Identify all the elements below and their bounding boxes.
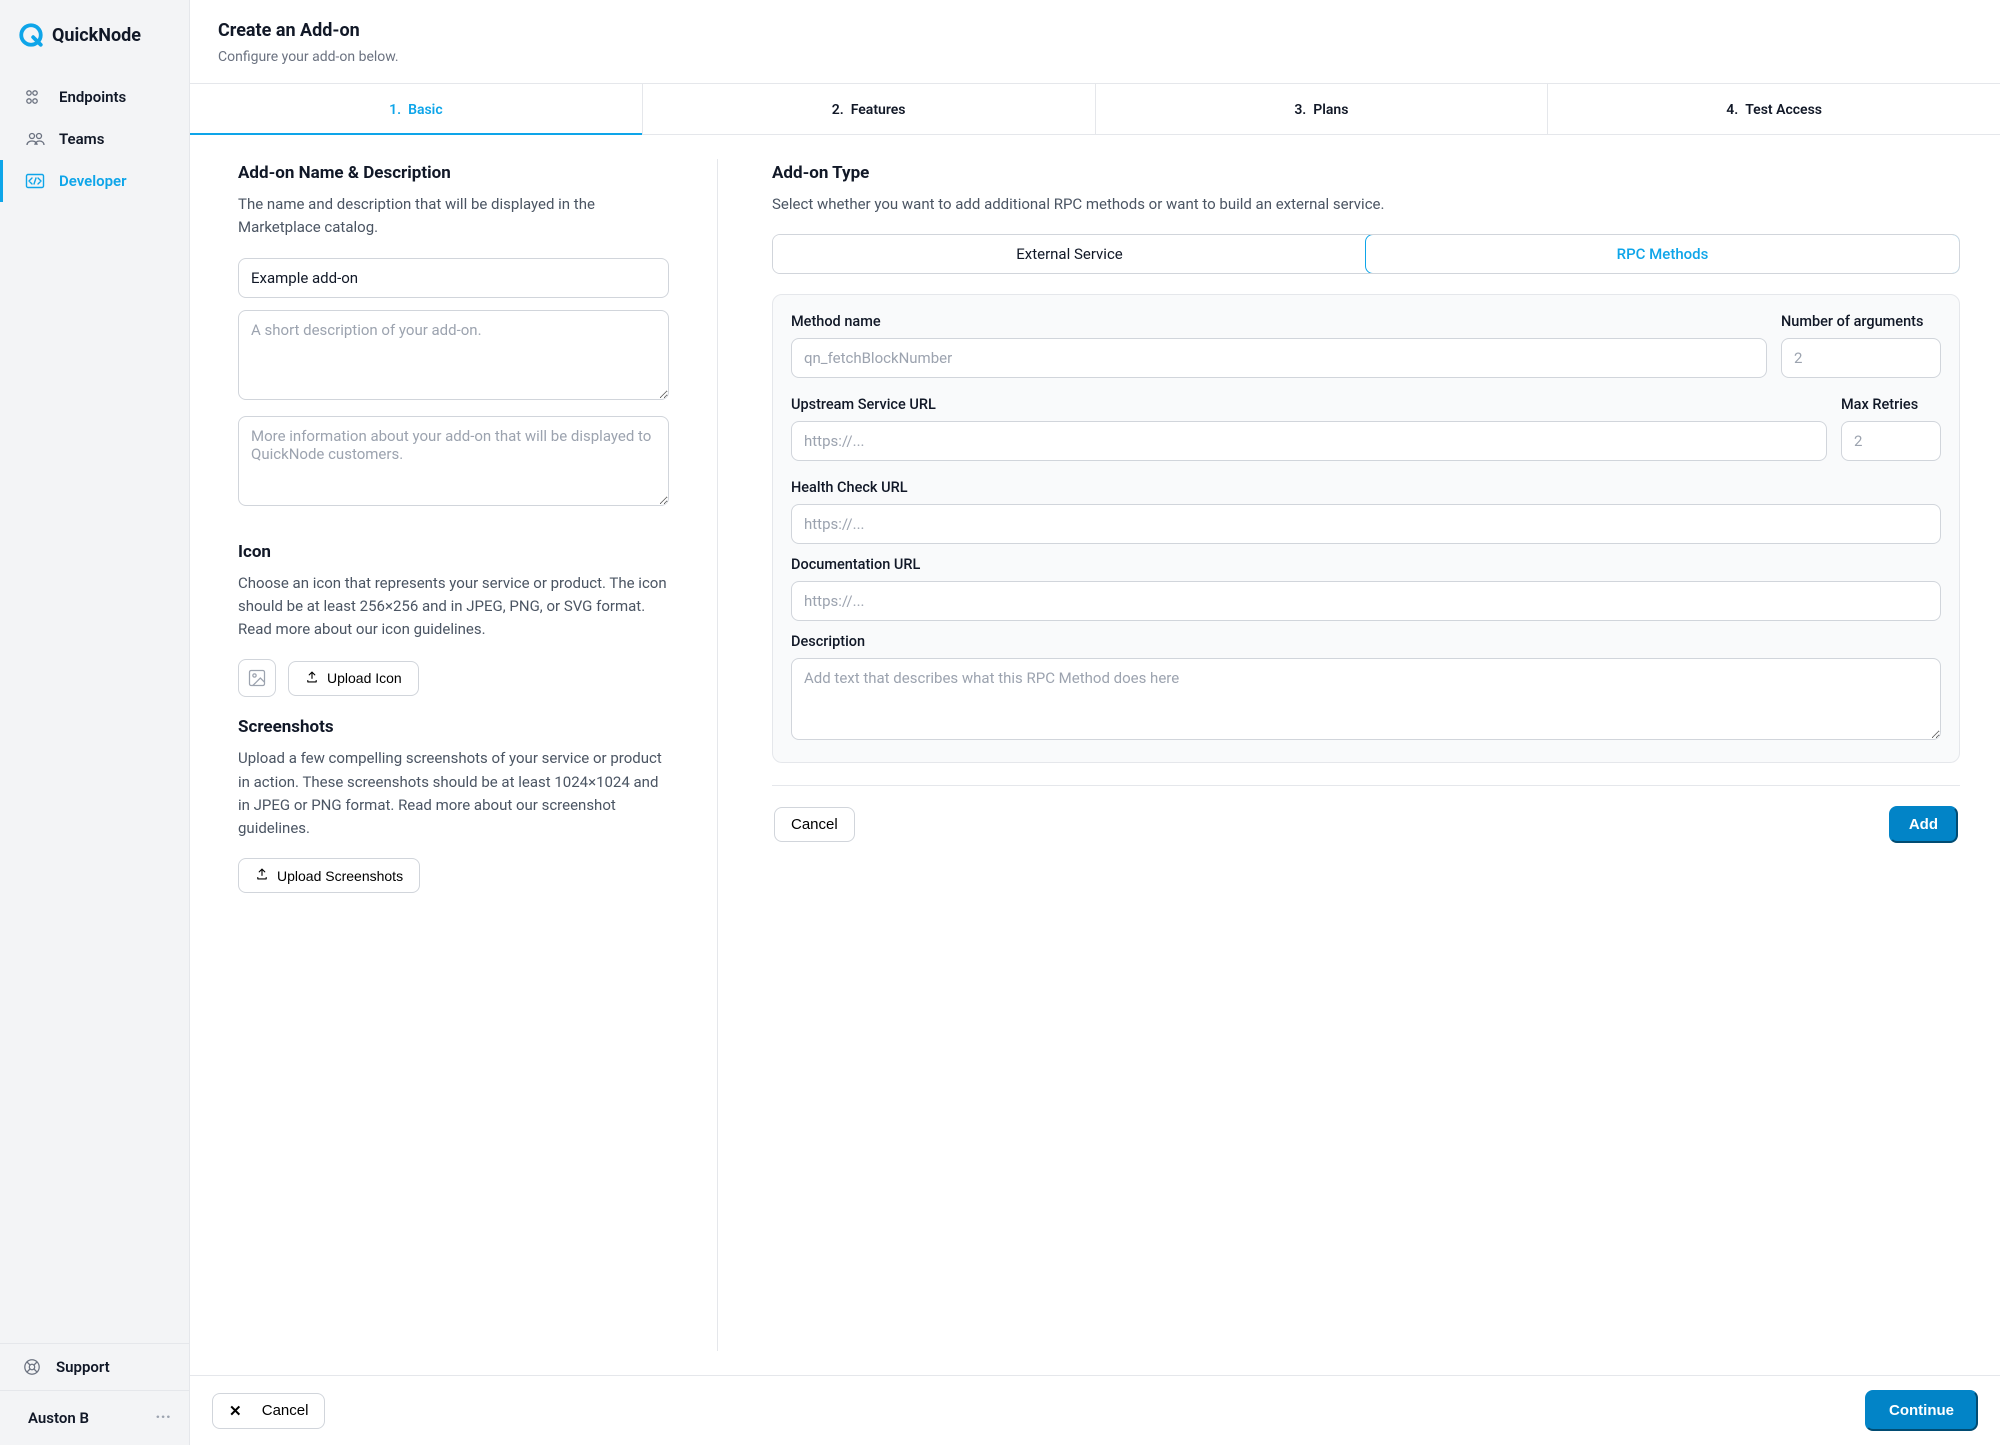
desc-label: Description — [791, 633, 1941, 650]
addon-name-input[interactable] — [238, 258, 669, 298]
docs-url-label: Documentation URL — [791, 556, 1941, 573]
sidebar-item-teams[interactable]: Teams — [0, 118, 189, 160]
upload-screenshots-button[interactable]: Upload Screenshots — [238, 858, 420, 893]
user-menu-icon[interactable]: ··· — [155, 1409, 171, 1427]
support-label: Support — [56, 1358, 110, 1376]
tab-features[interactable]: 2. Features — [643, 84, 1096, 134]
tab-test-access[interactable]: 4. Test Access — [1548, 84, 2000, 134]
sidebar-item-developer[interactable]: Developer — [0, 160, 189, 202]
section-icon-sub: Choose an icon that represents your serv… — [238, 572, 669, 642]
user-name: Auston B — [28, 1409, 89, 1427]
wizard-tabs: 1. Basic 2. Features 3. Plans 4. Test Ac… — [190, 84, 2000, 135]
rpc-form-actions: Cancel Add — [772, 785, 1960, 843]
health-url-input[interactable] — [791, 504, 1941, 544]
addon-short-desc-input[interactable] — [238, 310, 669, 400]
max-retries-input[interactable] — [1841, 421, 1941, 461]
page-footer: ✕ Cancel Continue — [190, 1375, 2000, 1445]
max-retries-label: Max Retries — [1841, 396, 1941, 413]
tab-basic[interactable]: 1. Basic — [190, 84, 643, 134]
rpc-add-button[interactable]: Add — [1889, 806, 1958, 843]
rpc-method-form: Method name Number of arguments Upstream… — [772, 294, 1960, 763]
rpc-cancel-button[interactable]: Cancel — [774, 807, 855, 842]
num-args-input[interactable] — [1781, 338, 1941, 378]
method-name-label: Method name — [791, 313, 1767, 330]
page-subtitle: Configure your add-on below. — [218, 49, 1972, 65]
page-header: Create an Add-on Configure your add-on b… — [190, 0, 2000, 84]
main: Create an Add-on Configure your add-on b… — [190, 0, 2000, 1445]
upload-icon — [305, 670, 319, 687]
upstream-url-input[interactable] — [791, 421, 1827, 461]
sidebar-nav: Endpoints Teams Developer — [0, 76, 189, 1343]
left-column: Add-on Name & Description The name and d… — [238, 159, 718, 1351]
tab-plans[interactable]: 3. Plans — [1096, 84, 1549, 134]
sidebar-item-label: Teams — [59, 130, 104, 148]
upstream-url-label: Upstream Service URL — [791, 396, 1827, 413]
upload-icon-button[interactable]: Upload Icon — [288, 661, 419, 696]
sidebar-bottom: Support Auston B ··· — [0, 1343, 189, 1445]
section-name-sub: The name and description that will be di… — [238, 193, 669, 240]
num-args-label: Number of arguments — [1781, 313, 1941, 330]
teams-icon — [25, 130, 45, 148]
close-icon: ✕ — [229, 1402, 242, 1420]
content: Add-on Name & Description The name and d… — [190, 135, 2000, 1375]
brand-logo: QuickNode — [0, 0, 189, 76]
sidebar-item-label: Endpoints — [59, 88, 126, 106]
right-column: Add-on Type Select whether you want to a… — [718, 159, 1960, 1351]
brand-name: QuickNode — [52, 25, 141, 46]
icon-preview — [238, 659, 276, 697]
sidebar-item-endpoints[interactable]: Endpoints — [0, 76, 189, 118]
segmented-rpc-methods[interactable]: RPC Methods — [1365, 234, 1960, 274]
quicknode-icon — [18, 22, 44, 48]
addon-type-sub: Select whether you want to add additiona… — [772, 193, 1960, 216]
footer-continue-button[interactable]: Continue — [1865, 1390, 1978, 1431]
addon-type-segmented: External Service RPC Methods — [772, 234, 1960, 274]
rpc-desc-input[interactable] — [791, 658, 1941, 740]
sidebar: QuickNode Endpoints Teams Developer S — [0, 0, 190, 1445]
developer-icon — [25, 172, 45, 190]
section-screenshots-sub: Upload a few compelling screenshots of y… — [238, 747, 669, 840]
segmented-external-service[interactable]: External Service — [773, 235, 1366, 273]
upload-icon — [255, 867, 269, 884]
sidebar-user[interactable]: Auston B ··· — [0, 1390, 189, 1445]
page-title: Create an Add-on — [218, 20, 1972, 41]
endpoints-icon — [25, 88, 45, 106]
section-icon-title: Icon — [238, 542, 669, 562]
support-icon — [22, 1358, 42, 1376]
addon-long-desc-input[interactable] — [238, 416, 669, 506]
sidebar-item-support[interactable]: Support — [0, 1344, 189, 1390]
sidebar-item-label: Developer — [59, 172, 127, 190]
health-url-label: Health Check URL — [791, 479, 1941, 496]
section-name-title: Add-on Name & Description — [238, 163, 669, 183]
docs-url-input[interactable] — [791, 581, 1941, 621]
footer-cancel-button[interactable]: ✕ Cancel — [212, 1393, 325, 1429]
section-screenshots-title: Screenshots — [238, 717, 669, 737]
addon-type-title: Add-on Type — [772, 163, 1960, 183]
method-name-input[interactable] — [791, 338, 1767, 378]
